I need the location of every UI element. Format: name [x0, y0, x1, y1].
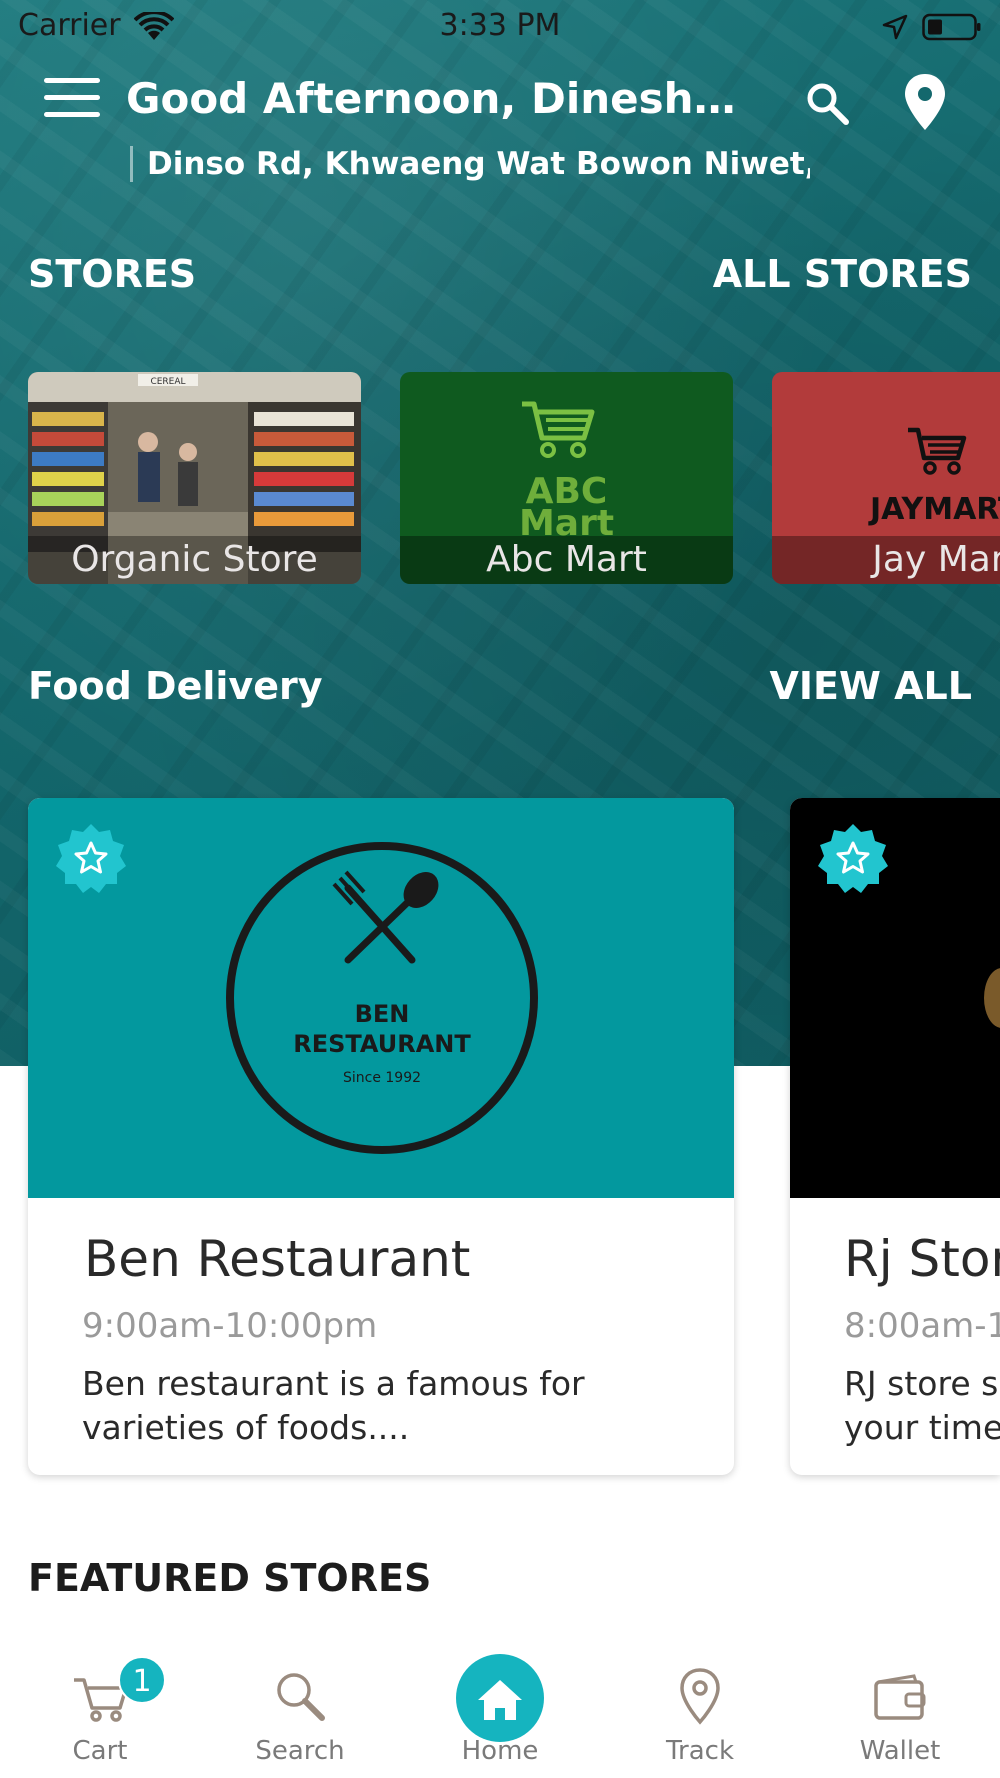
delivery-address[interactable]: Dinso Rd, Khwaeng Wat Bowon Niwet, [130, 146, 810, 182]
restaurant-hours: 9:00am-10:00pm [82, 1306, 378, 1346]
nav-label: Track [665, 1736, 735, 1766]
cart-count-badge: 1 [118, 1656, 166, 1704]
nav-item-home[interactable]: Home [400, 1640, 600, 1778]
favorite-star-icon[interactable] [816, 822, 890, 896]
menu-icon[interactable] [44, 78, 100, 122]
restaurant-title: Rj Store [844, 1230, 1000, 1288]
nav-label: Home [461, 1736, 539, 1766]
wallet-icon [874, 1674, 926, 1720]
location-pin-icon[interactable] [902, 72, 948, 132]
restaurant-card-rj-store[interactable]: Rj Store 8:00am-10:00pm RJ store saves y… [790, 798, 1000, 1475]
nav-item-wallet[interactable]: Wallet [800, 1640, 1000, 1778]
svg-text:CEREAL: CEREAL [150, 377, 185, 387]
bottom-nav: 1 Cart Search Home Track Wallet [0, 1640, 1000, 1778]
logo-text-restaurant: RESTAURANT [293, 1030, 471, 1058]
nav-label: Cart [72, 1736, 128, 1766]
nav-item-cart[interactable]: 1 Cart [0, 1640, 200, 1778]
search-icon[interactable] [804, 80, 850, 126]
store-tile-jay-mart[interactable]: JAYMART Jay Mart [772, 372, 1000, 584]
store-label: Jay Mart [772, 536, 1000, 584]
nav-item-search[interactable]: Search [200, 1640, 400, 1778]
restaurant-hours: 8:00am-10:00pm [844, 1306, 1000, 1346]
stores-heading: STORES [28, 252, 197, 296]
store-label: Organic Store [28, 536, 361, 584]
store-label: Abc Mart [400, 536, 733, 584]
status-bar: Carrier 3:33 PM [0, 0, 1000, 56]
status-time: 3:33 PM [439, 8, 561, 43]
greeting-title: Good Afternoon, DineshKu... [126, 74, 766, 123]
store-tile-abc-mart[interactable]: ABC Mart Abc Mart [400, 372, 733, 584]
restaurant-description: Ben restaurant is a famous for varieties… [82, 1364, 585, 1447]
cart-logo-icon [522, 401, 595, 458]
food-delivery-heading: Food Delivery [28, 664, 323, 708]
ben-restaurant-logo-image: BEN RESTAURANT Since 1992 [28, 798, 734, 1198]
all-stores-link[interactable]: ALL STORES [713, 252, 972, 296]
favorite-star-icon[interactable] [54, 822, 128, 896]
restaurant-title: Ben Restaurant [84, 1230, 471, 1288]
featured-stores-heading: FEATURED STORES [28, 1556, 432, 1600]
location-arrow-icon [882, 14, 908, 40]
nav-item-track[interactable]: Track [600, 1640, 800, 1778]
jay-mart-logo-text: JAYMART [870, 492, 1000, 527]
nav-label: Wallet [859, 1736, 941, 1766]
battery-icon [922, 13, 981, 41]
restaurant-description: RJ store saves your time [844, 1364, 1000, 1447]
search-icon [277, 1673, 325, 1721]
home-icon [478, 1680, 522, 1720]
abc-mart-logo-text: ABC Mart [400, 474, 733, 542]
view-all-link[interactable]: VIEW ALL [770, 664, 973, 708]
store-tile-organic[interactable]: CEREAL Organic Store [28, 372, 361, 584]
nav-label: Search [255, 1736, 345, 1766]
location-pin-icon [680, 1668, 720, 1725]
restaurant-card-ben[interactable]: BEN RESTAURANT Since 1992 Ben Restaurant… [28, 798, 734, 1475]
logo-text-since: Since 1992 [343, 1070, 421, 1086]
logo-text-ben: BEN [355, 1000, 410, 1028]
cart-logo-icon [908, 427, 967, 475]
